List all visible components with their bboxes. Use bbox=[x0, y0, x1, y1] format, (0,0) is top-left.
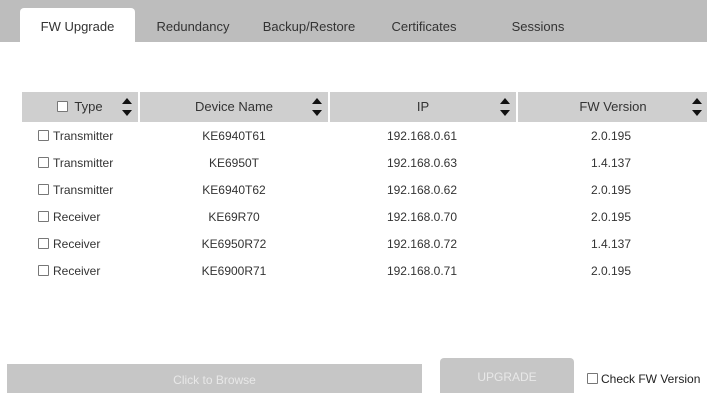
row-ip: 192.168.0.70 bbox=[386, 210, 458, 224]
row-type: Transmitter bbox=[53, 156, 114, 170]
row-type-cell: Transmitter bbox=[38, 150, 148, 177]
column-header-type-label: Type bbox=[74, 99, 103, 114]
row-device-name: KE6900R71 bbox=[201, 264, 267, 278]
row-type: Transmitter bbox=[53, 183, 114, 197]
row-fw-version: 1.4.137 bbox=[590, 237, 632, 251]
browse-file-button[interactable]: Click to Browse bbox=[7, 364, 422, 393]
sort-arrows-icon[interactable] bbox=[122, 96, 132, 118]
row-fw-version: 2.0.195 bbox=[590, 210, 632, 224]
row-type-cell: Transmitter bbox=[38, 177, 148, 204]
column-header-fw-version-label: FW Version bbox=[579, 99, 647, 114]
column-header-device-name-label: Device Name bbox=[194, 99, 274, 114]
row-device-name: KE69R70 bbox=[208, 210, 260, 224]
row-type-cell: Receiver bbox=[38, 231, 148, 258]
select-all-checkbox[interactable] bbox=[57, 101, 69, 113]
row-type: Transmitter bbox=[53, 129, 114, 143]
row-device-name: KE6940T62 bbox=[202, 183, 266, 197]
row-device-name: KE6940T61 bbox=[202, 129, 266, 143]
column-header-type[interactable]: Type bbox=[22, 92, 138, 122]
check-fw-version-label: Check FW Version bbox=[601, 372, 701, 386]
sort-arrows-icon[interactable] bbox=[500, 96, 510, 118]
tab-bar: FW Upgrade Redundancy Backup/Restore Cer… bbox=[0, 0, 707, 42]
row-type-cell: Receiver bbox=[38, 258, 148, 285]
row-checkbox[interactable] bbox=[38, 238, 49, 250]
row-ip: 192.168.0.71 bbox=[386, 264, 458, 278]
column-header-device-name[interactable]: Device Name bbox=[138, 92, 328, 122]
row-checkbox[interactable] bbox=[38, 157, 49, 169]
tab-fw-upgrade[interactable]: FW Upgrade bbox=[20, 8, 135, 42]
row-ip: 192.168.0.72 bbox=[386, 237, 458, 251]
row-type-cell: Transmitter bbox=[38, 123, 148, 150]
row-ip: 192.168.0.61 bbox=[386, 129, 458, 143]
table-row[interactable]: Transmitter KE6940T61 192.168.0.61 2.0.1… bbox=[22, 123, 707, 150]
row-fw-version: 2.0.195 bbox=[590, 264, 632, 278]
row-checkbox[interactable] bbox=[38, 184, 49, 196]
sort-arrows-icon[interactable] bbox=[692, 96, 702, 118]
check-fw-version-checkbox[interactable] bbox=[587, 373, 598, 385]
row-device-name: KE6950R72 bbox=[201, 237, 267, 251]
check-fw-version-toggle[interactable]: Check FW Version bbox=[587, 372, 700, 386]
row-type-cell: Receiver bbox=[38, 204, 148, 231]
row-type: Receiver bbox=[53, 210, 101, 224]
tab-certificates[interactable]: Certificates bbox=[380, 8, 468, 42]
row-checkbox[interactable] bbox=[38, 130, 49, 142]
row-device-name: KE6950T bbox=[208, 156, 260, 170]
tab-redundancy[interactable]: Redundancy bbox=[148, 8, 238, 42]
table-row[interactable]: Receiver KE69R70 192.168.0.70 2.0.195 bbox=[22, 204, 707, 231]
sort-arrows-icon[interactable] bbox=[312, 96, 322, 118]
device-table-header: Type Device Name IP FW Version bbox=[22, 92, 707, 122]
upgrade-button[interactable]: UPGRADE bbox=[440, 358, 574, 393]
table-row[interactable]: Receiver KE6950R72 192.168.0.72 1.4.137 bbox=[22, 231, 707, 258]
table-row[interactable]: Transmitter KE6940T62 192.168.0.62 2.0.1… bbox=[22, 177, 707, 204]
row-ip: 192.168.0.63 bbox=[386, 156, 458, 170]
column-header-ip-label: IP bbox=[416, 99, 430, 114]
row-type: Receiver bbox=[53, 237, 101, 251]
table-row[interactable]: Transmitter KE6950T 192.168.0.63 1.4.137 bbox=[22, 150, 707, 177]
row-fw-version: 1.4.137 bbox=[590, 156, 632, 170]
tab-sessions[interactable]: Sessions bbox=[500, 8, 576, 42]
row-fw-version: 2.0.195 bbox=[590, 183, 632, 197]
tab-backup-restore[interactable]: Backup/Restore bbox=[254, 8, 364, 42]
row-checkbox[interactable] bbox=[38, 211, 49, 223]
column-header-ip[interactable]: IP bbox=[328, 92, 516, 122]
row-ip: 192.168.0.62 bbox=[386, 183, 458, 197]
row-checkbox[interactable] bbox=[38, 265, 49, 277]
column-header-fw-version[interactable]: FW Version bbox=[516, 92, 707, 122]
row-fw-version: 2.0.195 bbox=[590, 129, 632, 143]
table-row[interactable]: Receiver KE6900R71 192.168.0.71 2.0.195 bbox=[22, 258, 707, 285]
row-type: Receiver bbox=[53, 264, 101, 278]
